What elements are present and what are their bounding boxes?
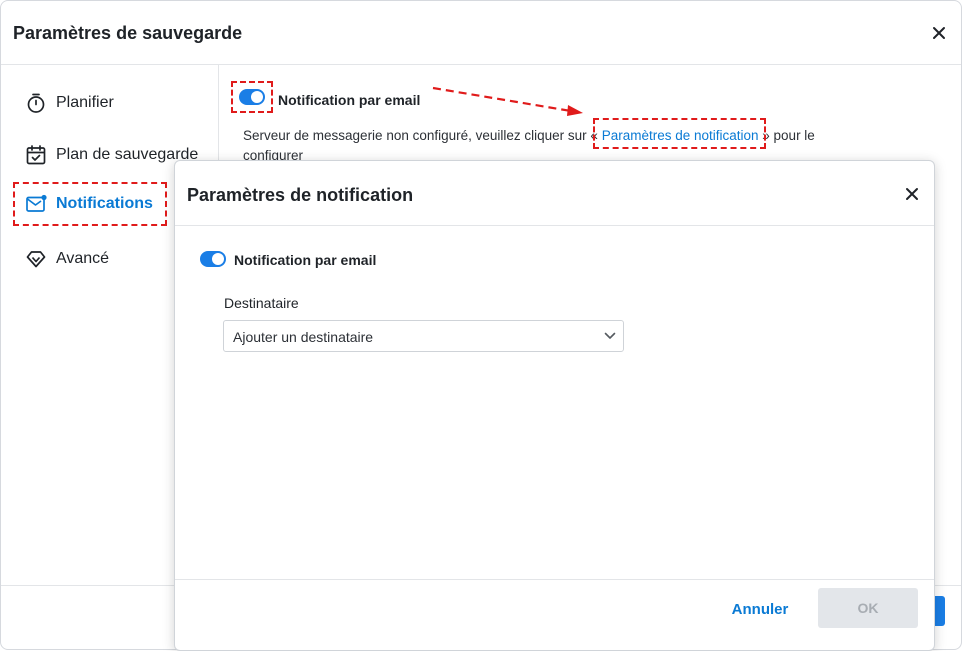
- sidebar-item-notifications[interactable]: Notifications: [13, 182, 167, 226]
- dialog-title: Paramètres de notification: [187, 185, 414, 205]
- sidebar-item-label: Notifications: [56, 195, 153, 212]
- notification-link-highlight: [593, 118, 766, 149]
- sidebar-item-label: Avancé: [56, 250, 110, 267]
- timer-icon: [25, 92, 47, 114]
- dialog-header: Paramètres de notification: [175, 161, 934, 226]
- description-text-before: Serveur de messagerie non configuré, veu…: [243, 128, 602, 143]
- chevron-down-icon: [603, 329, 617, 348]
- sidebar-item-label: Planifier: [56, 94, 114, 111]
- cancel-button[interactable]: Annuler: [720, 591, 800, 627]
- notification-settings-dialog: Paramètres de notification Notification …: [174, 160, 935, 651]
- diamond-icon: [25, 248, 47, 270]
- sidebar-item-avance[interactable]: Avancé: [15, 239, 165, 279]
- ok-button[interactable]: OK: [818, 588, 918, 628]
- window-close-icon[interactable]: [929, 23, 949, 43]
- recipient-select[interactable]: Ajouter un destinataire: [223, 320, 624, 352]
- sidebar-item-planifier[interactable]: Planifier: [15, 83, 165, 123]
- recipient-label: Destinataire: [224, 295, 299, 311]
- mail-notification-icon: [25, 193, 47, 215]
- dialog-footer-divider: [175, 579, 934, 580]
- calendar-check-icon: [25, 144, 47, 166]
- window-header: Paramètres de sauvegarde: [1, 1, 961, 65]
- email-notification-toggle[interactable]: [239, 89, 265, 105]
- recipient-select-value: Ajouter un destinataire: [233, 329, 374, 345]
- dialog-email-notification-toggle[interactable]: [200, 251, 226, 267]
- annotation-arrow-icon: [432, 86, 583, 116]
- window-title: Paramètres de sauvegarde: [13, 23, 243, 43]
- dialog-email-notification-label: Notification par email: [234, 252, 377, 268]
- dialog-close-icon[interactable]: [902, 184, 922, 204]
- email-notification-label: Notification par email: [278, 92, 421, 108]
- email-notification-toggle-highlight: [231, 81, 273, 113]
